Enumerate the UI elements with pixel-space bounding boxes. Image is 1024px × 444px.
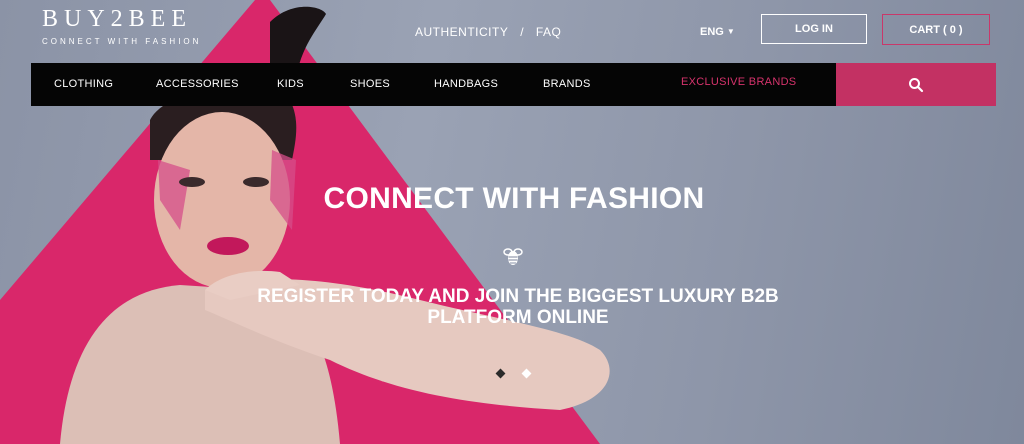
hero-subtitle-line-2: PLATFORM ONLINE	[427, 307, 609, 328]
hero-title: CONNECT WITH FASHION	[323, 182, 705, 215]
nav-item-exclusive-brands[interactable]: EXCLUSIVE BRANDS	[681, 76, 796, 88]
logo-wordmark: BUY2BEE	[42, 6, 192, 32]
nav-item-accessories[interactable]: ACCESSORIES	[156, 78, 239, 90]
brand-logo[interactable]: BUY2BEE CONNECT WITH FASHION	[42, 6, 201, 46]
language-selector[interactable]: ENG ▼	[700, 26, 735, 38]
faq-link[interactable]: FAQ	[536, 25, 562, 39]
nav-item-shoes[interactable]: SHOES	[350, 78, 390, 90]
bee-icon	[503, 248, 523, 265]
language-label: ENG	[700, 26, 724, 38]
logo-tagline: CONNECT WITH FASHION	[42, 37, 202, 46]
login-button[interactable]: LOG IN	[761, 14, 867, 44]
top-links: AUTHENTICITY / FAQ	[415, 25, 561, 39]
cart-button[interactable]: CART ( 0 )	[882, 14, 990, 45]
hero-subtitle-line-1: REGISTER TODAY AND JOIN THE BIGGEST LUXU…	[257, 286, 779, 307]
nav-item-handbags[interactable]: HANDBAGS	[434, 78, 498, 90]
nav-item-kids[interactable]: KIDS	[277, 78, 304, 90]
nav-item-clothing[interactable]: CLOTHING	[54, 78, 113, 90]
hero-subtitle: REGISTER TODAY AND JOIN THE BIGGEST LUXU…	[0, 286, 1024, 328]
caret-down-icon: ▼	[726, 27, 735, 36]
search-button[interactable]	[836, 63, 996, 106]
nav-item-brands[interactable]: BRANDS	[543, 78, 591, 90]
link-separator: /	[520, 25, 525, 39]
search-icon	[909, 77, 924, 92]
main-nav: CLOTHING ACCESSORIES KIDS SHOES HANDBAGS…	[31, 63, 836, 106]
authenticity-link[interactable]: AUTHENTICITY	[415, 25, 508, 39]
